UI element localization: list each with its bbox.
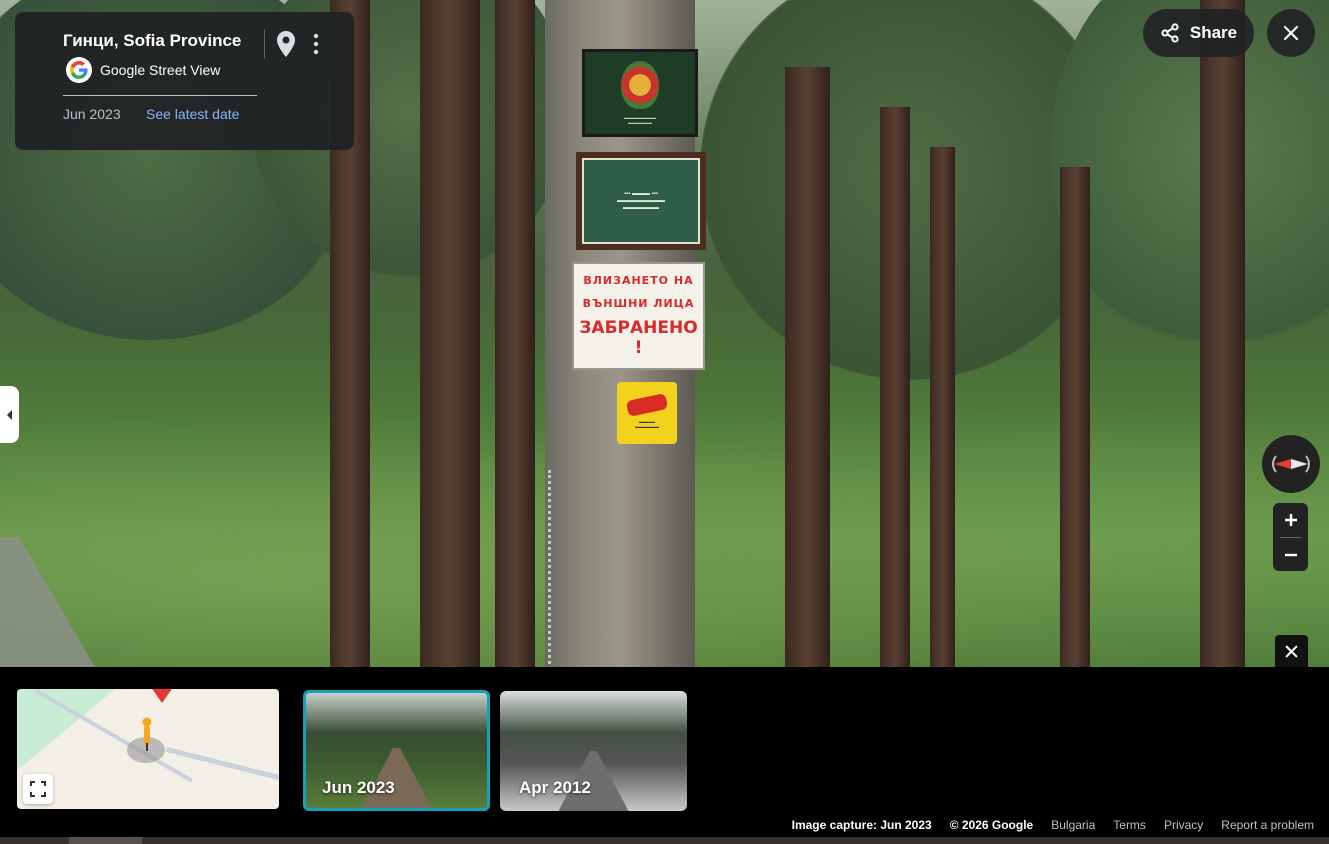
- collapse-side-panel-button[interactable]: [0, 386, 19, 443]
- tree-trunk: [930, 147, 955, 667]
- compass-button[interactable]: [1262, 435, 1320, 493]
- provider-label: Google Street View: [100, 62, 221, 78]
- map-green-area: [17, 689, 127, 769]
- timeline-thumbnail-jun-2023[interactable]: Jun 2023: [303, 690, 490, 811]
- tree-trunk: [880, 107, 910, 667]
- thumbnail-date-label: Apr 2012: [519, 778, 591, 797]
- chain: [548, 470, 559, 667]
- pegman-icon: [142, 717, 152, 751]
- tree-trunk: [420, 0, 480, 667]
- zoom-out-button[interactable]: [1273, 538, 1308, 571]
- coat-of-arms-emblem: [621, 61, 659, 109]
- vehicle-symbol: [625, 393, 669, 417]
- share-icon: [1161, 23, 1179, 43]
- tree-trunk: [1060, 167, 1090, 667]
- privacy-link[interactable]: Privacy: [1164, 818, 1203, 832]
- location-title: Гинци, Sofia Province: [63, 31, 242, 50]
- expand-map-button[interactable]: [23, 774, 53, 804]
- close-filmstrip-button[interactable]: [1275, 635, 1308, 668]
- warning-line-3: ЗАБРАНЕНО !: [579, 318, 698, 358]
- zoom-out-icon: [1284, 553, 1297, 556]
- zoom-in-button[interactable]: [1273, 503, 1308, 536]
- terms-link[interactable]: Terms: [1113, 818, 1146, 832]
- compass-icon: [1272, 455, 1310, 473]
- yellow-sign-small-text: ▬▬▬▬ ▬▬▬▬▬▬: [635, 419, 659, 429]
- close-street-view-button[interactable]: [1267, 9, 1315, 57]
- chevron-left-icon: [6, 409, 12, 420]
- more-options-button[interactable]: [305, 29, 327, 59]
- location-info-card: Гинци, Sofia Province Google Street View…: [15, 12, 354, 150]
- warning-line-1: ВЛИЗАНЕТО НА: [583, 274, 694, 287]
- fullscreen-icon: [30, 781, 46, 797]
- tree-trunk: [1200, 0, 1245, 667]
- tree-trunk: [785, 67, 830, 667]
- share-label: Share: [1189, 23, 1238, 42]
- zoom-controls: [1273, 503, 1308, 571]
- close-icon: [1285, 645, 1298, 658]
- vertical-divider: [264, 30, 265, 58]
- horizontal-divider: [63, 95, 257, 96]
- image-capture-date: Image capture: Jun 2023: [791, 818, 932, 832]
- yellow-vehicle-sign: ▬▬▬▬ ▬▬▬▬▬▬: [617, 382, 677, 444]
- location-marker-icon: [148, 689, 176, 703]
- filmstrip: Jun 2023 Apr 2012: [0, 667, 1329, 837]
- capture-date: Jun 2023: [63, 106, 121, 122]
- emblem-sign: ▬▬▬▬▬▬▬▬ ▬▬▬▬▬▬: [582, 49, 698, 137]
- share-button[interactable]: Share: [1143, 9, 1254, 57]
- see-latest-date-link[interactable]: See latest date: [146, 106, 239, 122]
- country-link[interactable]: Bulgaria: [1051, 818, 1095, 832]
- zoom-in-icon: [1284, 513, 1297, 526]
- more-vert-icon: [313, 33, 319, 55]
- close-icon: [1283, 25, 1299, 41]
- timeline-thumbnail-apr-2012[interactable]: Apr 2012: [500, 691, 687, 811]
- pin-icon: [277, 31, 295, 57]
- thumbnail-date-label: Jun 2023: [322, 778, 395, 797]
- bottom-bar: [0, 837, 1329, 844]
- bottom-bar-segment: [69, 837, 142, 844]
- mini-map[interactable]: [17, 689, 279, 809]
- info-plaque: ▪▪▪ ▬▬▬ ▪▪▪ ▬▬▬▬▬▬▬▬ ▬▬▬▬▬▬: [576, 152, 706, 250]
- show-on-map-button[interactable]: [273, 29, 299, 59]
- footer: Image capture: Jun 2023 © 2026 Google Bu…: [774, 818, 1314, 832]
- google-logo-icon: [66, 57, 92, 83]
- no-entry-warning-sign: ВЛИЗАНЕТО НА ВЪНШНИ ЛИЦА ЗАБРАНЕНО !: [572, 262, 705, 370]
- copyright: © 2026 Google: [949, 818, 1034, 832]
- warning-line-2: ВЪНШНИ ЛИЦА: [582, 297, 695, 310]
- info-plaque-panel: ▪▪▪ ▬▬▬ ▪▪▪ ▬▬▬▬▬▬▬▬ ▬▬▬▬▬▬: [582, 158, 700, 244]
- tree-trunk: [495, 0, 535, 667]
- report-problem-link[interactable]: Report a problem: [1221, 818, 1314, 832]
- emblem-sign-small-text: ▬▬▬▬▬▬▬▬ ▬▬▬▬▬▬: [624, 115, 656, 125]
- provider-row: Google Street View: [66, 57, 220, 83]
